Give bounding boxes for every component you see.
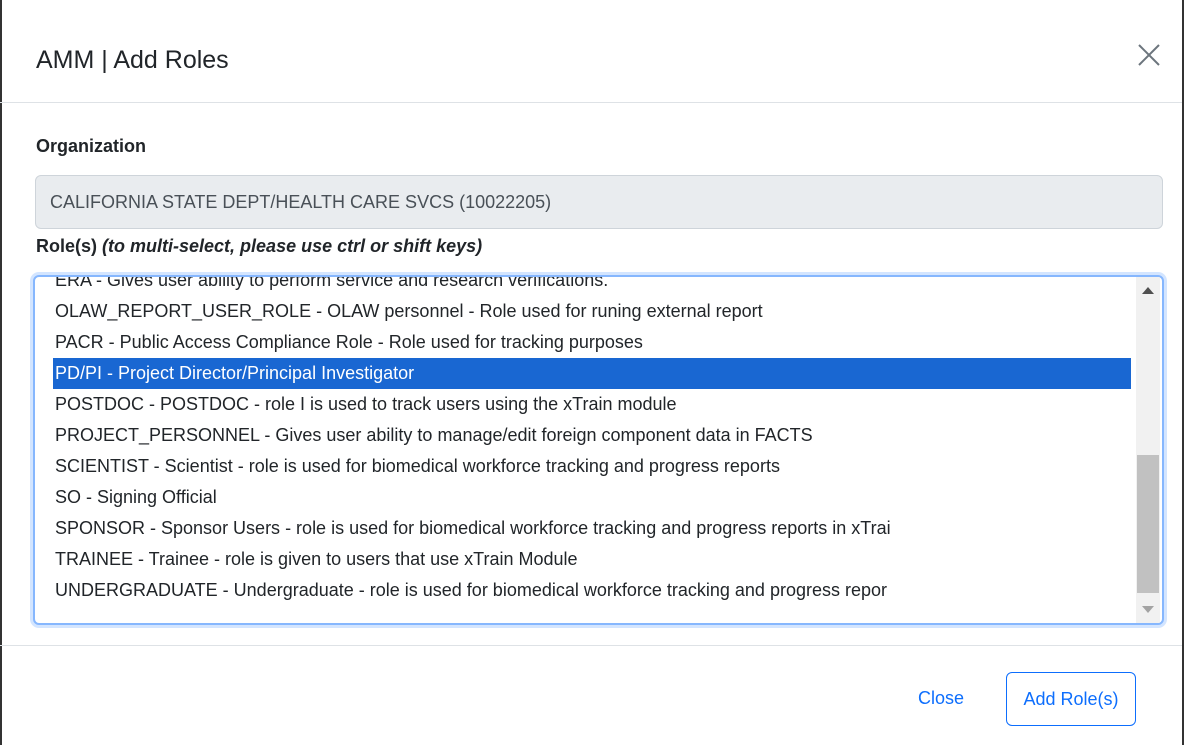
close-button[interactable]: Close xyxy=(918,688,964,709)
scroll-up-arrow-icon[interactable] xyxy=(1142,287,1154,294)
roles-multiselect[interactable]: ERA - Gives user ability to perform serv… xyxy=(33,275,1164,625)
role-option[interactable]: SCIENTIST - Scientist - role is used for… xyxy=(53,451,1131,482)
organization-label: Organization xyxy=(36,136,147,156)
role-option[interactable]: POSTDOC - POSTDOC - role I is used to tr… xyxy=(53,389,1131,420)
role-option[interactable]: SO - Signing Official xyxy=(53,482,1131,513)
role-option[interactable]: PROJECT_PERSONNEL - Gives user ability t… xyxy=(53,420,1131,451)
scroll-down-arrow-icon[interactable] xyxy=(1142,606,1154,613)
role-option[interactable]: SPONSOR - Sponsor Users - role is used f… xyxy=(53,513,1131,544)
dialog-footer: Close Add Role(s) xyxy=(0,645,1184,746)
roles-label-text: Role(s) xyxy=(36,236,98,256)
roles-scrollbar[interactable] xyxy=(1136,277,1160,623)
dialog-title: AMM | Add Roles xyxy=(36,46,229,74)
organization-field: CALIFORNIA STATE DEPT/HEALTH CARE SVCS (… xyxy=(35,175,1163,229)
roles-label: Role(s) (to multi-select, please use ctr… xyxy=(36,236,482,257)
role-option[interactable]: OLAW_REPORT_USER_ROLE - OLAW personnel -… xyxy=(53,296,1131,327)
role-option[interactable]: UNDERGRADUATE - Undergraduate - role is … xyxy=(53,575,1131,606)
add-roles-dialog: AMM | Add Roles Organization CALIFORNIA … xyxy=(0,0,1184,745)
dialog-body: Organization CALIFORNIA STATE DEPT/HEALT… xyxy=(0,103,1184,645)
add-roles-button[interactable]: Add Role(s) xyxy=(1006,672,1136,726)
role-option[interactable]: PACR - Public Access Compliance Role - R… xyxy=(53,327,1131,358)
role-option[interactable]: ERA - Gives user ability to perform serv… xyxy=(53,277,1131,296)
dialog-header: AMM | Add Roles xyxy=(0,0,1184,103)
role-option[interactable]: TRAINEE - Trainee - role is given to use… xyxy=(53,544,1131,575)
roles-list: ERA - Gives user ability to perform serv… xyxy=(53,277,1131,606)
role-option[interactable]: PD/PI - Project Director/Principal Inves… xyxy=(53,358,1131,389)
close-icon[interactable] xyxy=(1136,42,1162,68)
roles-hint: (to multi-select, please use ctrl or shi… xyxy=(102,236,483,256)
scroll-thumb[interactable] xyxy=(1137,455,1159,593)
